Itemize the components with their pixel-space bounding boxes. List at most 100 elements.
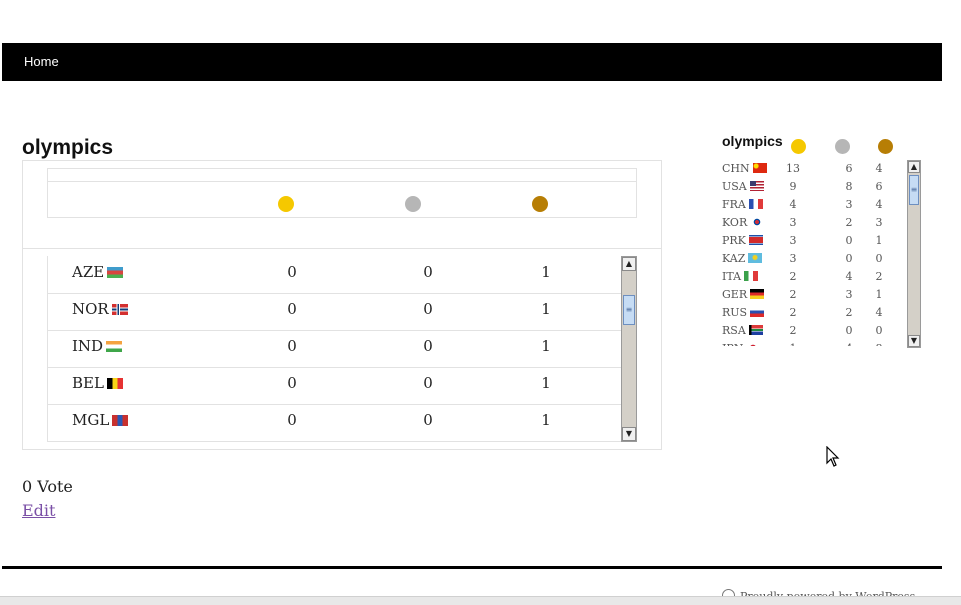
list-item: PRK 3 0 1 — [718, 232, 904, 250]
country-code-text: KAZ — [722, 252, 746, 265]
country-code: FRA — [722, 198, 763, 211]
country-code: RSA — [722, 324, 763, 337]
nav-home-link[interactable]: Home — [24, 54, 59, 69]
flag-germany-icon — [750, 289, 765, 299]
flag-north-korea-icon — [748, 235, 763, 245]
country-code: KOR — [722, 216, 765, 229]
gold-count: 2 — [789, 306, 797, 319]
gold-count: 2 — [789, 324, 797, 337]
flag-kazakhstan-icon — [748, 253, 763, 263]
medal-table-widget: AZE 0 0 1 NOR 0 0 1 IND 0 0 1 BEL 0 0 1 MGL 0 0 1 ▲ ≡ ▼ — [22, 160, 662, 450]
country-code-text: MGL — [72, 411, 110, 429]
gold-medal-icon — [791, 139, 806, 154]
gold-count: 3 — [789, 216, 797, 229]
country-code: AZE — [72, 263, 124, 281]
bronze-count: 0 — [875, 252, 883, 265]
header-divider — [48, 181, 636, 182]
country-code: ITA — [722, 270, 759, 283]
country-code: RUS — [722, 306, 765, 319]
medal-rows-list[interactable]: AZE 0 0 1 NOR 0 0 1 IND 0 0 1 BEL 0 0 1 MGL 0 0 1 — [47, 256, 622, 442]
country-code: USA — [722, 180, 764, 193]
silver-count: 0 — [423, 263, 433, 281]
country-code-text: FRA — [722, 198, 746, 211]
silver-count: 3 — [845, 288, 853, 301]
bronze-count: 1 — [541, 411, 551, 429]
flag-norway-icon — [111, 304, 128, 315]
scroll-down-arrow-icon[interactable]: ▼ — [908, 335, 920, 347]
silver-count: 0 — [423, 337, 433, 355]
list-item: RSA 2 0 0 — [718, 322, 904, 340]
silver-count: 8 — [845, 180, 853, 193]
silver-count: 0 — [423, 374, 433, 392]
table-row: IND 0 0 1 — [48, 330, 622, 368]
bronze-count: 1 — [875, 288, 883, 301]
scroll-down-arrow-icon[interactable]: ▼ — [622, 427, 636, 441]
scroll-up-arrow-icon[interactable]: ▲ — [622, 257, 636, 271]
silver-count: 0 — [423, 300, 433, 318]
silver-count: 0 — [845, 234, 853, 247]
country-code-text: ITA — [722, 270, 742, 283]
flag-mongolia-icon — [112, 415, 129, 426]
gold-count: 2 — [789, 288, 797, 301]
table-row: NOR 0 0 1 — [48, 293, 622, 331]
list-item: RUS 2 2 4 — [718, 304, 904, 322]
country-code: CHN — [722, 162, 767, 175]
mouse-pointer-icon — [826, 446, 840, 467]
country-code-text: PRK — [722, 234, 746, 247]
list-item: FRA 4 3 4 — [718, 196, 904, 214]
list-item: ITA 2 4 2 — [718, 268, 904, 286]
bronze-count: 4 — [875, 162, 883, 175]
bronze-count: 1 — [875, 234, 883, 247]
bronze-count: 1 — [541, 337, 551, 355]
scroll-thumb[interactable]: ≡ — [623, 295, 635, 325]
bronze-count: 2 — [875, 270, 883, 283]
country-code-text: KOR — [722, 216, 748, 229]
vote-count: 0 Vote — [22, 477, 73, 496]
list-item: KAZ 3 0 0 — [718, 250, 904, 268]
country-code: GER — [722, 288, 765, 301]
sidebar-title: olympics — [722, 132, 783, 149]
silver-count: 6 — [845, 162, 853, 175]
country-code-text: AZE — [72, 263, 105, 281]
bronze-count: 1 — [541, 263, 551, 281]
edit-link[interactable]: Edit — [22, 501, 55, 520]
country-code-text: IND — [72, 337, 104, 355]
flag-russia-icon — [750, 307, 765, 317]
scroll-thumb[interactable]: ≡ — [909, 175, 919, 205]
list-item: GER 2 3 1 — [718, 286, 904, 304]
scroll-up-arrow-icon[interactable]: ▲ — [908, 161, 920, 173]
widget-divider — [23, 248, 661, 249]
sidebar-medal-list[interactable]: CHN 13 6 4 USA 9 8 6 FRA 4 3 4 KOR 3 2 3 PRK 3 0 1 KAZ 3 0 0 ITA… — [718, 160, 904, 346]
flag-south-africa-icon — [748, 325, 763, 335]
bronze-medal-icon — [532, 196, 548, 212]
flag-azerbaijan-icon — [107, 267, 124, 278]
gold-medal-icon — [278, 196, 294, 212]
main-scrollbar[interactable]: ▲ ≡ ▼ — [621, 256, 637, 442]
list-item: JPN 1 4 8 — [718, 340, 904, 346]
list-item: KOR 3 2 3 — [718, 214, 904, 232]
gold-count: 3 — [789, 252, 797, 265]
silver-medal-icon — [835, 139, 850, 154]
bronze-count: 8 — [869, 342, 889, 346]
silver-count: 0 — [845, 324, 853, 337]
country-code: JPN — [722, 342, 761, 346]
table-row: MGL 0 0 1 — [48, 404, 622, 442]
country-code: IND — [72, 337, 123, 355]
country-code: KAZ — [722, 252, 763, 265]
gold-count: 0 — [287, 374, 297, 392]
country-code: MGL — [72, 411, 129, 429]
country-code-text: BEL — [72, 374, 104, 392]
table-row: BEL 0 0 1 — [48, 367, 622, 405]
country-code-text: CHN — [722, 162, 750, 175]
table-row: AZE 0 0 1 — [48, 256, 622, 294]
gold-count: 9 — [789, 180, 797, 193]
silver-count: 2 — [845, 216, 853, 229]
medal-table-header — [47, 168, 637, 218]
list-item: CHN 13 6 4 — [718, 160, 904, 178]
sidebar-scrollbar[interactable]: ▲ ≡ ▼ — [907, 160, 921, 348]
country-code-text: RSA — [722, 324, 746, 337]
flag-china-icon — [752, 163, 767, 173]
country-code-text: USA — [722, 180, 747, 193]
country-code: BEL — [72, 374, 123, 392]
flag-usa-icon — [749, 181, 764, 191]
